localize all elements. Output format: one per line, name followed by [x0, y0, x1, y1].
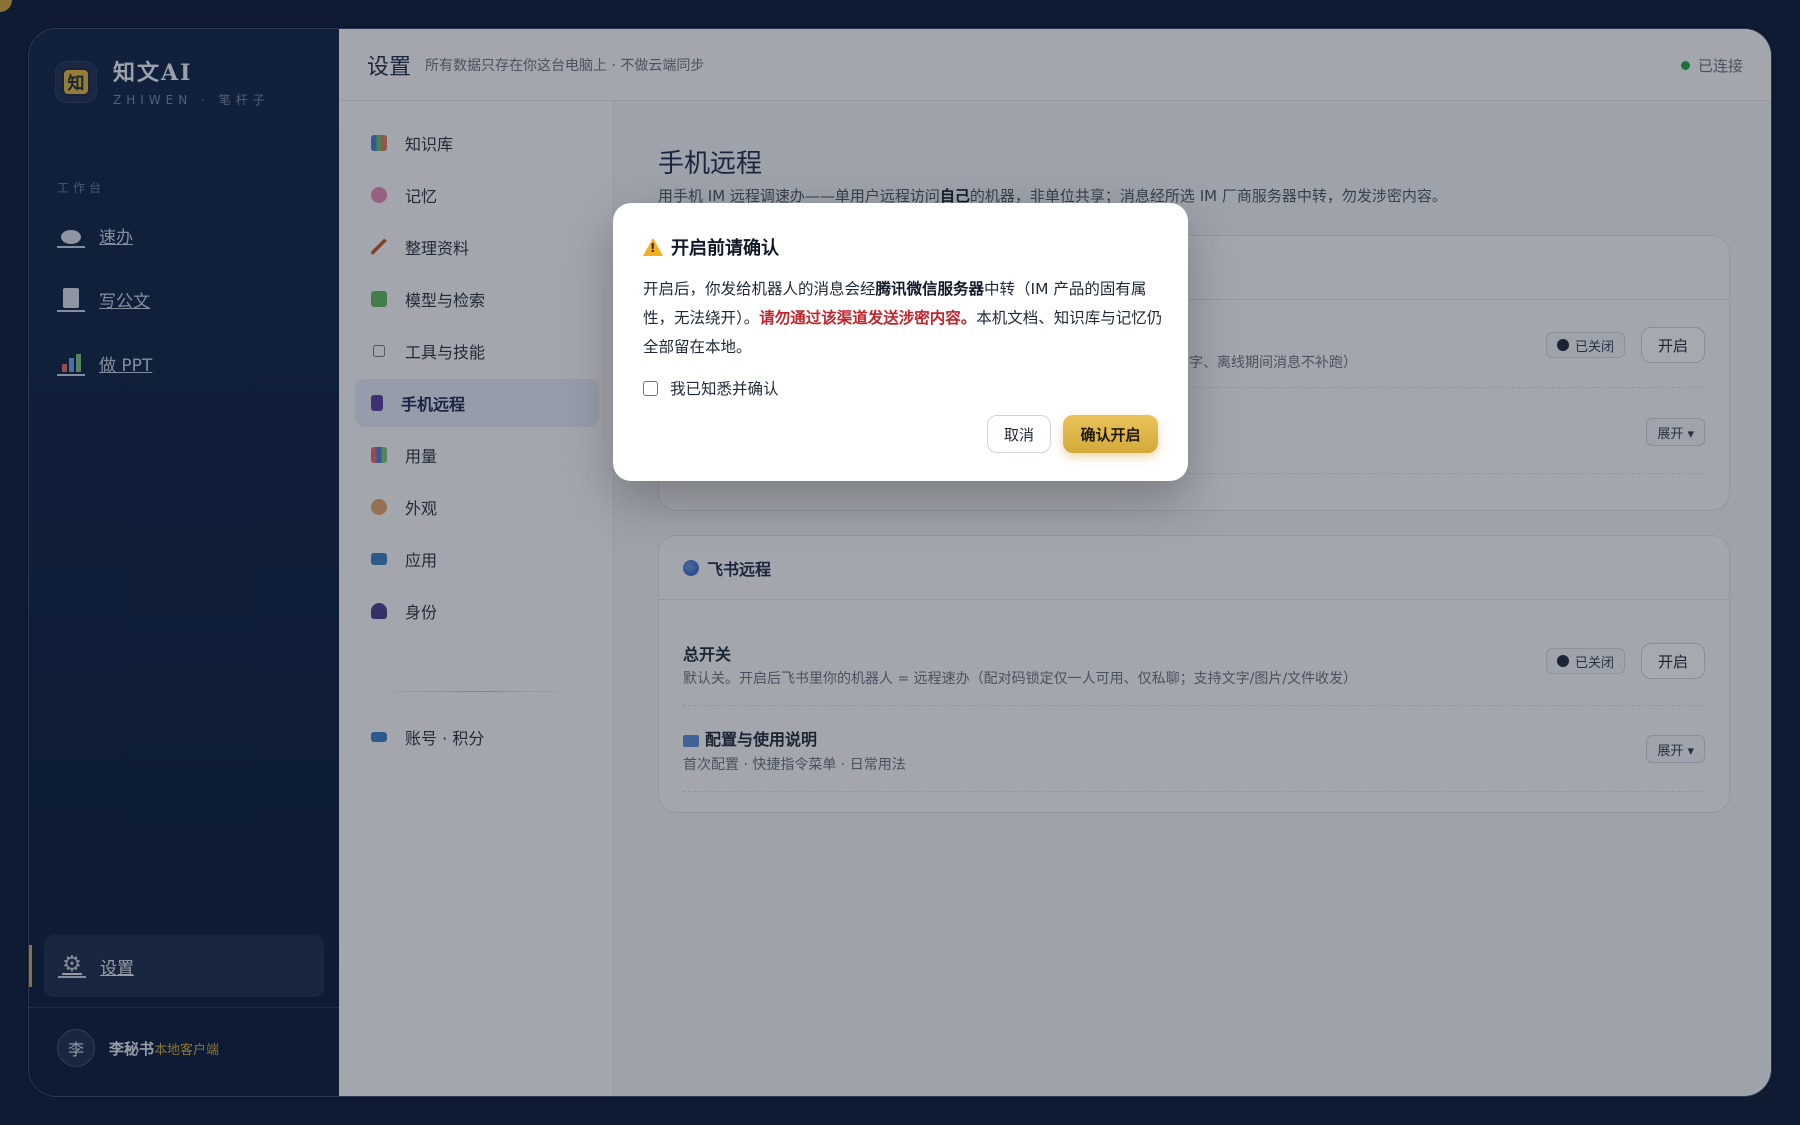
acknowledge-row[interactable]: 我已知悉并确认: [643, 377, 779, 399]
dialog-title-text: 开启前请确认: [671, 238, 779, 259]
body-text: 开启后，你发给机器人的消息会经: [643, 280, 876, 298]
body-warning: 请勿通过该渠道发送涉密内容。: [759, 309, 977, 327]
confirm-dialog: 开启前请确认 开启后，你发给机器人的消息会经腾讯微信服务器中转（IM 产品的固有…: [613, 203, 1188, 481]
warning-icon: [643, 238, 663, 256]
cancel-button[interactable]: 取消: [987, 415, 1051, 453]
body-bold: 腾讯微信服务器: [875, 280, 985, 298]
dialog-title: 开启前请确认: [643, 234, 779, 260]
checkbox-label[interactable]: 我已知悉并确认: [670, 377, 779, 399]
dialog-body: 开启后，你发给机器人的消息会经腾讯微信服务器中转（IM 产品的固有属性，无法绕开…: [643, 275, 1163, 362]
acknowledge-checkbox[interactable]: [643, 380, 658, 396]
confirm-button[interactable]: 确认开启: [1063, 415, 1158, 453]
modal-backdrop[interactable]: [0, 0, 1800, 1125]
